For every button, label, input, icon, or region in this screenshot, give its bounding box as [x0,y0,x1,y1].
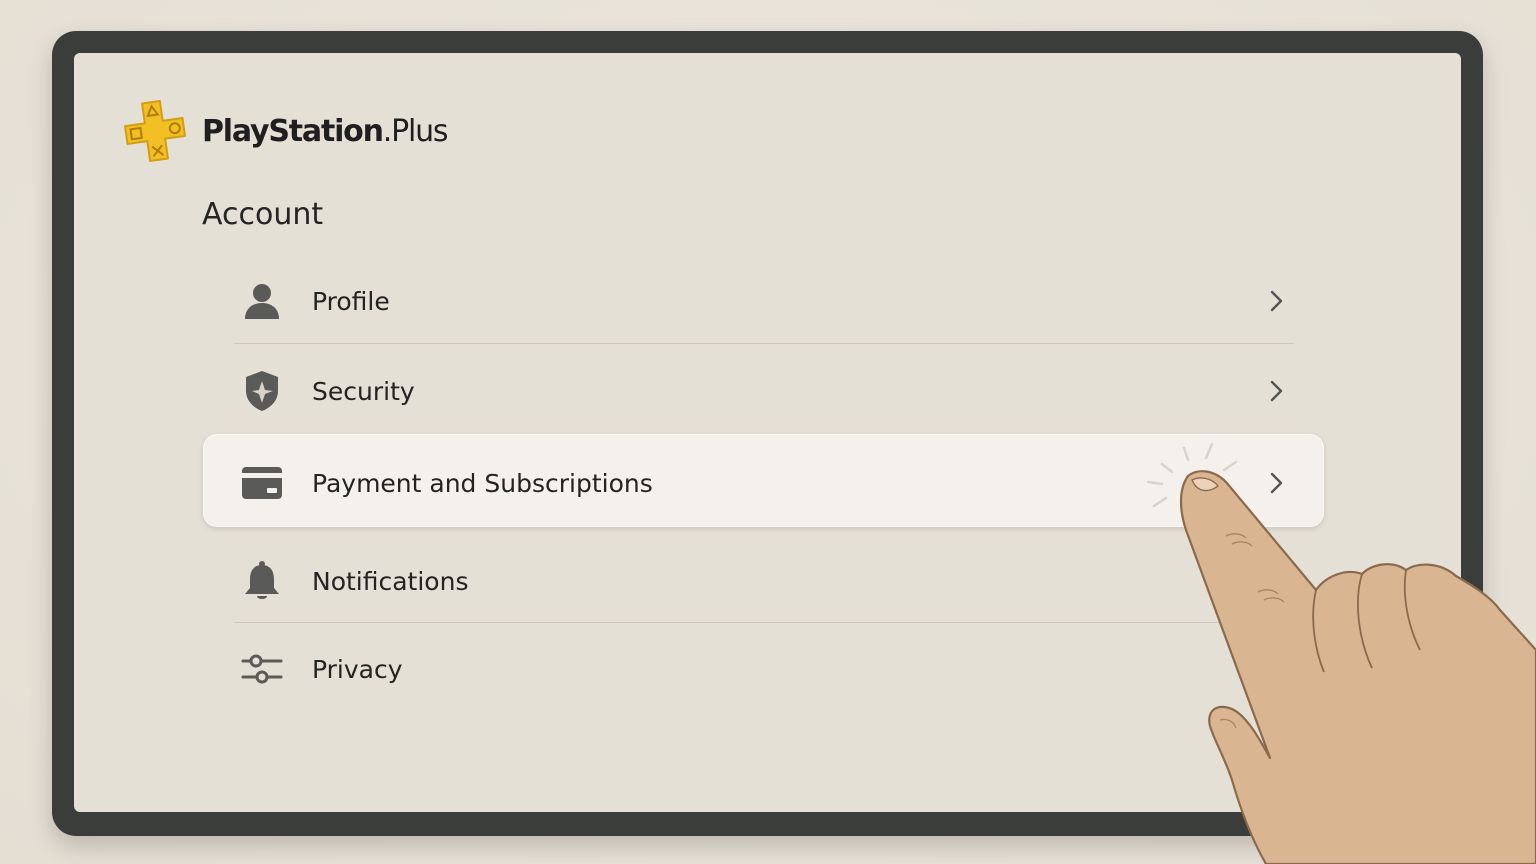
menu-item-label: Privacy [312,654,403,684]
settings-screen: PlayStation.Plus Account Profile Securit… [74,53,1461,812]
menu-item-privacy[interactable]: Privacy [234,627,1294,711]
chevron-right-icon [1270,570,1283,592]
menu-item-label: Notifications [312,566,469,596]
brand-name-light: Plus [391,113,448,149]
credit-card-icon [240,461,284,505]
brand-name-bold: PlayStation [202,113,384,149]
brand-wordmark: PlayStation.Plus [202,113,449,149]
menu-item-profile[interactable]: Profile [234,259,1294,343]
chevron-right-icon [1270,472,1283,494]
chevron-right-icon [1270,658,1283,680]
playstation-plus-logo-icon [124,100,186,162]
scene: PlayStation.Plus Account Profile Securit… [0,0,1536,864]
menu-item-notifications[interactable]: Notifications [234,539,1294,623]
chevron-right-icon [1270,290,1283,312]
menu-item-label: Profile [312,286,390,316]
page-title: Account [202,197,324,232]
divider [234,622,1294,623]
brand-header: PlayStation.Plus [122,97,449,165]
menu-item-payment-and-subscriptions[interactable]: Payment and Subscriptions [234,441,1294,525]
brand-name-dot: . [382,113,393,149]
chevron-right-icon [1270,380,1283,402]
divider [234,343,1294,344]
sliders-icon [240,647,284,691]
person-icon [240,279,284,323]
bell-icon [240,559,284,603]
menu-item-label: Security [312,376,415,406]
shield-icon [240,369,284,413]
menu-item-label: Payment and Subscriptions [312,468,653,498]
menu-item-security[interactable]: Security [234,349,1294,433]
